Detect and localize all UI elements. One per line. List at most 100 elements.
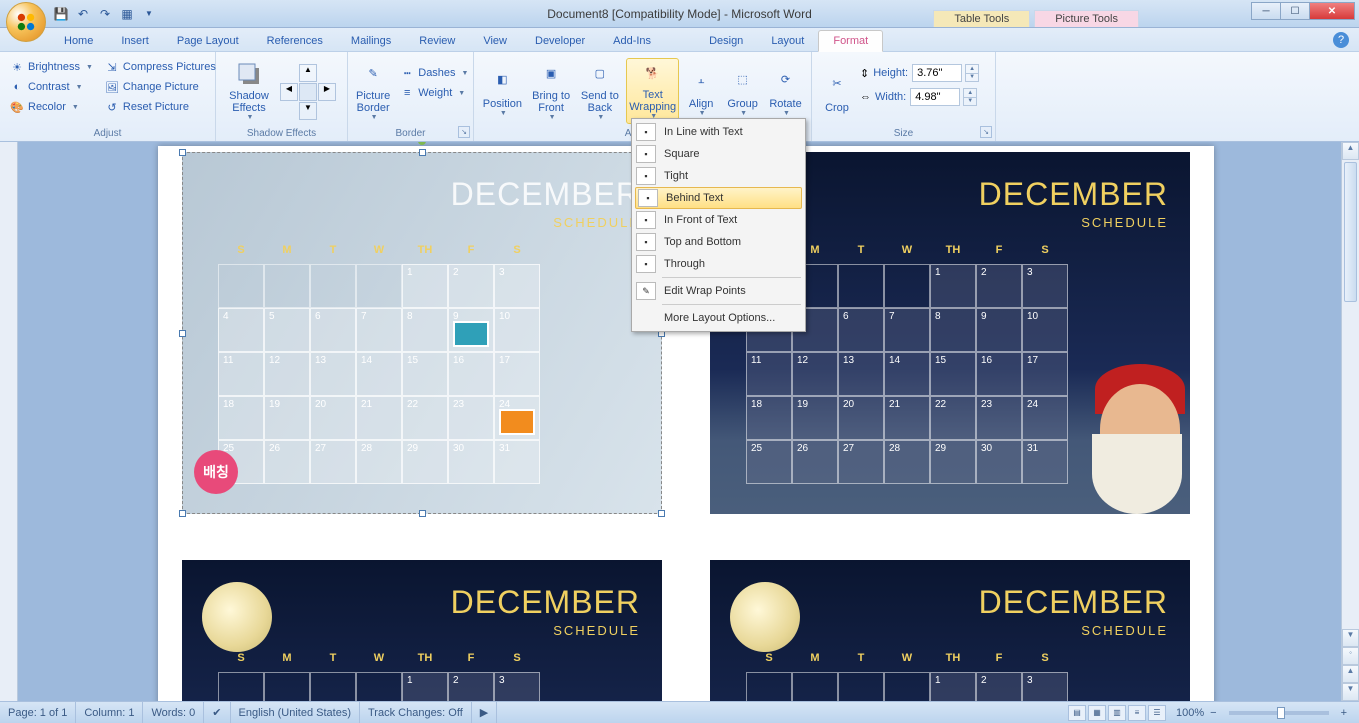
language-status[interactable]: English (United States) — [231, 702, 361, 723]
print-preview-icon[interactable]: ▦ — [118, 5, 136, 23]
align-button[interactable]: ⫠Align▼ — [683, 58, 719, 124]
bring-front-icon: ▣ — [535, 60, 567, 88]
office-button[interactable] — [6, 2, 46, 42]
wrap-infront-icon: ▪ — [636, 211, 656, 229]
wrap-tight-item[interactable]: ▪Tight — [634, 165, 803, 187]
more-layout-options-item[interactable]: More Layout Options... — [634, 307, 803, 329]
dashes-button[interactable]: ┅Dashes▼ — [396, 64, 472, 82]
tab-design[interactable]: Design — [695, 31, 757, 51]
resize-handle[interactable] — [419, 510, 426, 517]
full-screen-view-button[interactable]: ▦ — [1088, 705, 1106, 721]
zoom-out-button[interactable]: − — [1206, 707, 1220, 719]
tab-page-layout[interactable]: Page Layout — [163, 31, 253, 51]
tab-home[interactable]: Home — [50, 31, 107, 51]
zoom-level[interactable]: 100% — [1176, 707, 1204, 719]
selection-handles[interactable] — [182, 152, 662, 514]
tab-developer[interactable]: Developer — [521, 31, 599, 51]
zoom-in-button[interactable]: + — [1337, 707, 1351, 719]
prev-page-button[interactable]: ▲ — [1342, 665, 1359, 683]
draft-view-button[interactable]: ☰ — [1148, 705, 1166, 721]
macro-status[interactable]: ▶ — [472, 702, 497, 723]
tab-view[interactable]: View — [469, 31, 521, 51]
zoom-thumb[interactable] — [1277, 707, 1285, 719]
resize-handle[interactable] — [419, 149, 426, 156]
resize-handle[interactable] — [179, 510, 186, 517]
height-spinner[interactable]: ▲▼ — [965, 64, 979, 82]
wrap-inline-item[interactable]: ▪In Line with Text — [634, 121, 803, 143]
picture-border-button[interactable]: ✎ Picture Border▼ — [354, 58, 392, 124]
wrap-infront-item[interactable]: ▪In Front of Text — [634, 209, 803, 231]
scroll-thumb[interactable] — [1344, 162, 1357, 302]
column-status[interactable]: Column: 1 — [76, 702, 143, 723]
page-status[interactable]: Page: 1 of 1 — [0, 702, 76, 723]
resize-handle[interactable] — [179, 330, 186, 337]
next-page-button[interactable]: ▼ — [1342, 683, 1359, 701]
recolor-button[interactable]: 🎨Recolor▼ — [6, 98, 97, 116]
tab-insert[interactable]: Insert — [107, 31, 163, 51]
scroll-up-button[interactable]: ▲ — [1342, 142, 1359, 160]
proofing-status[interactable]: ✔ — [204, 702, 230, 723]
compress-pictures-button[interactable]: ⇲Compress Pictures — [101, 58, 220, 76]
shadow-nudge-pad[interactable]: ▲ ◀▶ ▼ — [280, 64, 336, 120]
redo-icon[interactable]: ↷ — [96, 5, 114, 23]
group-size: ✂Crop ⇕ Height: ▲▼ ⇔ Width: ▲▼ Size ↘ — [812, 52, 996, 141]
tab-layout[interactable]: Layout — [757, 31, 818, 51]
rotate-button[interactable]: ⟳Rotate▼ — [766, 58, 805, 124]
scroll-down-button[interactable]: ▼ — [1342, 629, 1359, 647]
tab-mailings[interactable]: Mailings — [337, 31, 405, 51]
close-button[interactable]: ✕ — [1309, 2, 1355, 20]
track-changes-status[interactable]: Track Changes: Off — [360, 702, 472, 723]
minimize-button[interactable]: ─ — [1251, 2, 1281, 20]
wrap-through-item[interactable]: ▪Through — [634, 253, 803, 275]
qat-customize-icon[interactable]: ▼ — [140, 5, 158, 23]
dialog-launcher-icon[interactable]: ↘ — [458, 126, 470, 138]
web-layout-view-button[interactable]: ▥ — [1108, 705, 1126, 721]
reset-picture-button[interactable]: ↺Reset Picture — [101, 98, 220, 116]
weight-button[interactable]: ≡Weight▼ — [396, 84, 472, 102]
vertical-scrollbar[interactable]: ▲ ▼ ◦ ▲ ▼ — [1341, 142, 1359, 701]
tab-review[interactable]: Review — [405, 31, 469, 51]
maximize-button[interactable]: ☐ — [1280, 2, 1310, 20]
edit-wrap-points-item[interactable]: ✎Edit Wrap Points — [634, 280, 803, 302]
separator — [662, 277, 801, 278]
send-to-back-button[interactable]: ▢Send to Back▼ — [578, 58, 623, 124]
rotate-handle[interactable] — [418, 142, 426, 145]
resize-handle[interactable] — [658, 510, 665, 517]
group-button[interactable]: ⬚Group▼ — [723, 58, 762, 124]
align-icon: ⫠ — [685, 64, 717, 96]
browse-object-button[interactable]: ◦ — [1342, 647, 1359, 665]
outline-view-button[interactable]: ≡ — [1128, 705, 1146, 721]
dialog-launcher-icon[interactable]: ↘ — [980, 126, 992, 138]
wrap-behind-item[interactable]: ▪Behind Text — [635, 187, 802, 209]
tab-format[interactable]: Format — [818, 30, 883, 52]
crop-button[interactable]: ✂Crop — [818, 58, 856, 124]
print-layout-view-button[interactable]: ▤ — [1068, 705, 1086, 721]
vertical-ruler[interactable] — [0, 142, 18, 701]
words-status[interactable]: Words: 0 — [143, 702, 204, 723]
status-right: ▤ ▦ ▥ ≡ ☰ 100% − + — [1068, 705, 1359, 721]
wrap-square-item[interactable]: ▪Square — [634, 143, 803, 165]
undo-icon[interactable]: ↶ — [74, 5, 92, 23]
zoom-slider[interactable] — [1229, 711, 1329, 715]
calendar-title: DECEMBER SCHEDULE — [451, 584, 640, 638]
tab-addins[interactable]: Add-Ins — [599, 31, 665, 51]
width-input[interactable] — [910, 88, 960, 106]
width-spinner[interactable]: ▲▼ — [963, 88, 977, 106]
group-shadow-effects: Shadow Effects▼ ▲ ◀▶ ▼ Shadow Effects — [216, 52, 348, 141]
recolor-icon: 🎨 — [10, 100, 24, 114]
text-wrapping-button[interactable]: 🐕Text Wrapping▼ — [626, 58, 679, 124]
shadow-effects-button[interactable]: Shadow Effects▼ — [222, 58, 276, 124]
contrast-button[interactable]: ◐Contrast▼ — [6, 78, 97, 96]
help-icon[interactable]: ? — [1333, 32, 1349, 48]
bring-to-front-button[interactable]: ▣Bring to Front▼ — [529, 58, 574, 124]
resize-handle[interactable] — [179, 149, 186, 156]
width-icon: ⇔ — [860, 91, 871, 103]
save-icon[interactable]: 💾 — [52, 5, 70, 23]
position-button[interactable]: ◧Position▼ — [480, 58, 525, 124]
height-input[interactable] — [912, 64, 962, 82]
wrap-topbottom-item[interactable]: ▪Top and Bottom — [634, 231, 803, 253]
tab-references[interactable]: References — [253, 31, 337, 51]
change-picture-button[interactable]: 🖼Change Picture — [101, 78, 220, 96]
ribbon-tabs: Home Insert Page Layout References Maili… — [0, 28, 1359, 52]
brightness-button[interactable]: ☀Brightness▼ — [6, 58, 97, 76]
